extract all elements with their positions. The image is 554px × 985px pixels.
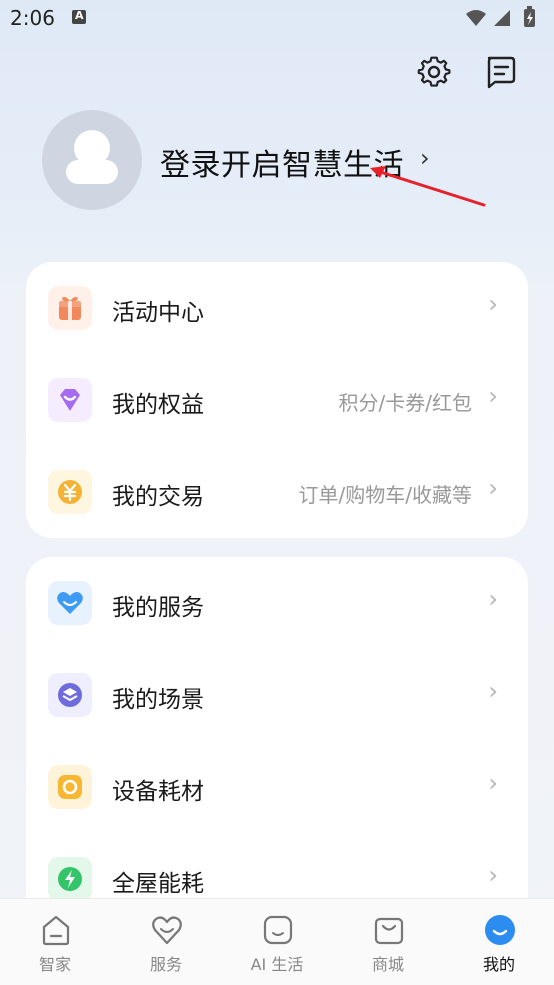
yen-coin-icon — [48, 470, 92, 514]
tab-label: AI 生活 — [250, 955, 304, 974]
row-label: 我的权益 — [112, 392, 204, 418]
card-account: 活动中心 › 我的权益 积分/卡券/红包 › 我的交易 订单/购物车/收藏等 › — [26, 262, 528, 538]
keyboard-indicator-icon — [72, 9, 86, 24]
row-label: 我的交易 — [112, 484, 204, 510]
row-device-consumables[interactable]: 设备耗材 › — [26, 741, 528, 833]
tab-services[interactable]: 服务 — [121, 909, 211, 979]
smile-icon — [485, 915, 515, 945]
bottom-navigation: 智家 服务 AI 生活 商城 我的 — [0, 898, 554, 985]
messages-button[interactable] — [480, 52, 520, 92]
wifi-icon — [466, 10, 486, 26]
card-home: 我的服务 › 我的场景 › 设备耗材 › 全屋能耗 › — [26, 557, 528, 957]
ai-chat-icon — [263, 915, 293, 945]
row-my-services[interactable]: 我的服务 › — [26, 557, 528, 649]
home-icon — [42, 915, 70, 946]
row-label: 全屋能耗 — [112, 871, 204, 897]
settings-button[interactable] — [414, 52, 454, 92]
system-icons — [466, 6, 535, 27]
signal-icon — [494, 10, 510, 26]
tab-label: 商城 — [371, 955, 404, 974]
bag-icon — [374, 917, 404, 945]
layers-icon — [48, 673, 92, 717]
chevron-right-icon: › — [488, 769, 498, 797]
tab-label: 我的 — [482, 955, 515, 974]
heart-outline-icon — [152, 916, 182, 945]
chevron-right-icon: › — [488, 382, 498, 410]
row-my-transactions[interactable]: 我的交易 订单/购物车/收藏等 › — [26, 446, 528, 538]
status-time: 2:06 — [10, 6, 55, 30]
row-label: 我的服务 — [112, 595, 204, 621]
row-my-rights[interactable]: 我的权益 积分/卡券/红包 › — [26, 354, 528, 446]
tab-mall[interactable]: 商城 — [343, 909, 433, 979]
row-my-scenes[interactable]: 我的场景 › — [26, 649, 528, 741]
tab-ai-life[interactable]: AI 生活 — [232, 909, 322, 979]
gift-icon — [48, 286, 92, 330]
tab-label: 智家 — [38, 955, 71, 974]
status-bar: 2:06 — [0, 0, 554, 36]
row-activity-center[interactable]: 活动中心 › — [26, 262, 528, 354]
header-actions — [414, 52, 524, 92]
row-subtitle: 积分/卡券/红包 — [338, 391, 472, 415]
chevron-right-icon: › — [488, 861, 498, 889]
ring-icon — [48, 765, 92, 809]
tab-label: 服务 — [149, 955, 182, 974]
chevron-right-icon: › — [488, 474, 498, 502]
message-icon — [487, 56, 516, 89]
diamond-icon — [48, 378, 92, 422]
chevron-right-icon: › — [488, 677, 498, 705]
lightning-icon — [48, 857, 92, 901]
chevron-right-icon: › — [488, 290, 498, 318]
heart-icon — [48, 581, 92, 625]
tab-mine[interactable]: 我的 — [454, 909, 544, 979]
tab-smart-home[interactable]: 智家 — [10, 909, 100, 979]
gear-icon — [417, 56, 451, 87]
avatar[interactable] — [42, 110, 142, 210]
row-label: 我的场景 — [112, 687, 204, 713]
row-label: 活动中心 — [112, 300, 204, 326]
row-subtitle: 订单/购物车/收藏等 — [298, 483, 472, 507]
avatar-body — [66, 160, 118, 184]
chevron-right-icon: › — [488, 585, 498, 613]
row-label: 设备耗材 — [112, 779, 204, 805]
annotation-arrow-icon — [370, 166, 486, 207]
